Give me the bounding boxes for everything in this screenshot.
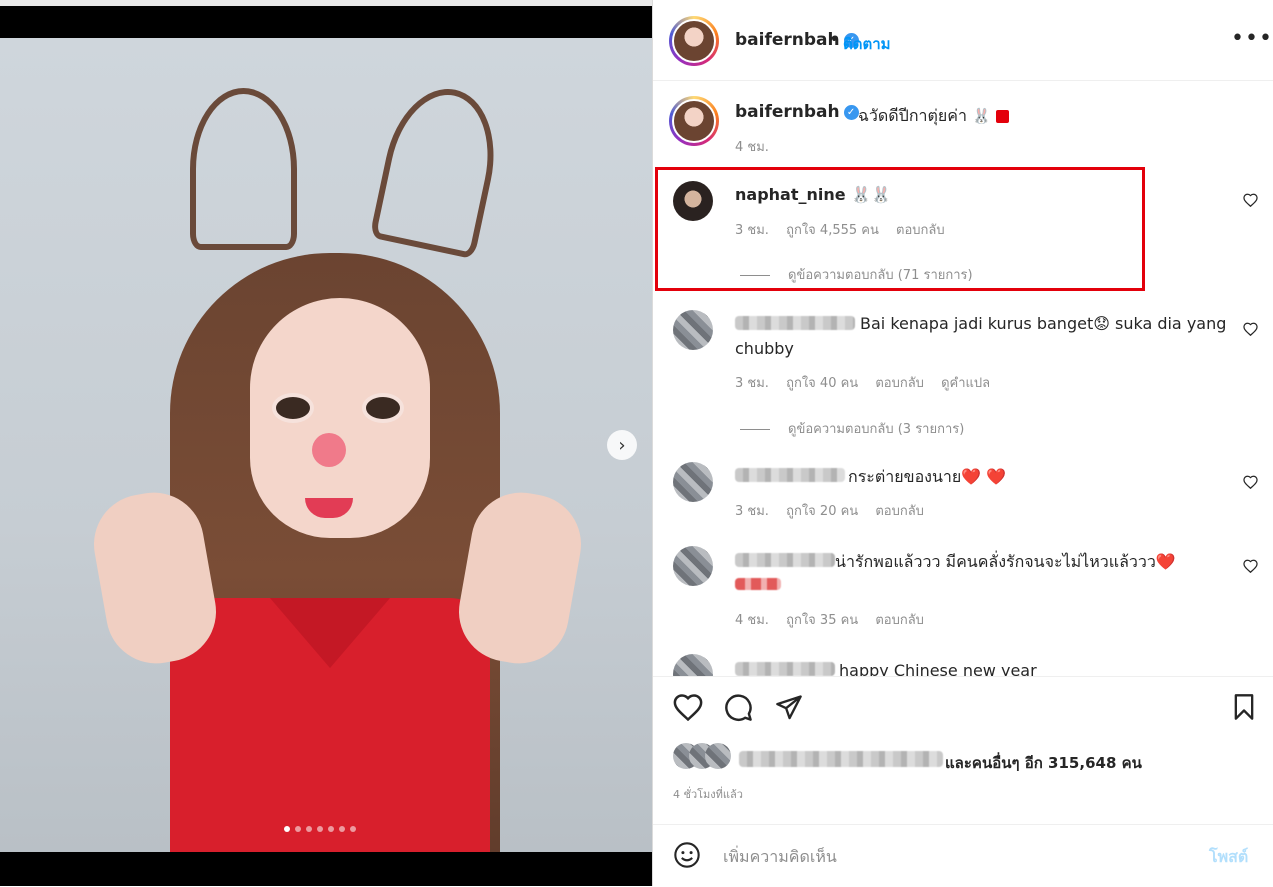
heart-icon[interactable] [1243, 322, 1258, 336]
braid-ear-right [369, 78, 508, 260]
comment-cutoff: happy Chinese new year [653, 640, 1273, 676]
post-time: 4 ชั่วโมงที่แล้ว [673, 788, 743, 801]
slide-dot [284, 826, 290, 832]
comment-avatar[interactable] [673, 654, 713, 676]
flag-emoji [995, 110, 1009, 123]
comment-avatar[interactable] [673, 546, 713, 586]
comment-avatar[interactable] [673, 310, 713, 350]
caption-text: ฉวัดดีปีกาตุ่ยค่า 🐰 [858, 104, 1009, 129]
time-text: 3 ชม. [735, 376, 769, 391]
caption-username[interactable]: baifernbah ✓ [735, 102, 859, 122]
post-photo[interactable] [0, 38, 652, 852]
more-options-icon[interactable]: ••• [1231, 26, 1273, 51]
comment-icon[interactable] [724, 693, 753, 722]
chevron-right-icon: › [618, 434, 626, 456]
time-text: 3 ชม. [735, 504, 769, 519]
comment-meta: 3 ชม. ถูกใจ 20 คน ตอบกลับ [735, 500, 937, 521]
likes-count[interactable]: ถูกใจ 4,555 คน [786, 223, 879, 238]
username-text[interactable]: baifernbah [735, 30, 840, 50]
verified-icon: ✓ [843, 104, 859, 120]
slide-dot [317, 826, 323, 832]
comment-text: happy Chinese new year [839, 661, 1037, 676]
rabbit-emoji: 🐰 [972, 107, 991, 125]
blurred-username[interactable] [735, 316, 855, 330]
view-replies-button[interactable]: ดูข้อความตอบกลับ (3 รายการ) [740, 418, 964, 439]
caption-avatar[interactable] [669, 96, 719, 146]
reply-button[interactable]: ตอบกลับ [875, 376, 924, 391]
slide-dot [339, 826, 345, 832]
comment-username[interactable]: naphat_nine 🐰🐰 [735, 185, 891, 204]
photo-eye-right [362, 393, 404, 423]
heart-icon[interactable] [673, 693, 703, 721]
add-comment-bar: เพิ่มความคิดเห็น โพสต์ [653, 824, 1273, 887]
follow-button[interactable]: ติดตาม [843, 32, 891, 56]
slide-indicator [284, 826, 356, 832]
username-text[interactable]: naphat_nine [735, 185, 846, 204]
comment-text: น่ารักพอแล้ววว มีคนคลั่งรักจนจะไม่ไหวแล้… [835, 552, 1176, 571]
post-button[interactable]: โพสต์ [1209, 845, 1248, 870]
liker-avatar[interactable] [705, 743, 731, 769]
photo-eye-left [272, 393, 314, 423]
comment-text: กระต่ายของนาย❤️ ❤️ [848, 467, 1007, 486]
caption-body: ฉวัดดีปีกาตุ่ยค่า [858, 106, 967, 125]
reply-button[interactable]: ตอบกลับ [875, 504, 924, 519]
blurred-emoji [735, 578, 781, 590]
separator-dot: • [830, 32, 839, 48]
slide-dot [306, 826, 312, 832]
background-strip [0, 0, 652, 6]
comment-meta: 3 ชม. ถูกใจ 40 คน ตอบกลับ ดูคำแปล [735, 372, 1003, 393]
comment-text-continued: chubby [735, 339, 794, 358]
comment-meta: 4 ชม. ถูกใจ 35 คน ตอบกลับ [735, 609, 937, 630]
view-replies-text[interactable]: ดูข้อความตอบกลับ (3 รายการ) [788, 422, 964, 437]
photo-nose [312, 433, 346, 467]
post-media: › [0, 0, 652, 886]
reply-button[interactable]: ตอบกลับ [875, 613, 924, 628]
smiley-icon[interactable] [673, 841, 701, 869]
comment-input[interactable]: เพิ่มความคิดเห็น [723, 845, 837, 870]
comment-text: Bai kenapa jadi kurus banget😟 suka dia y… [860, 314, 1227, 333]
heart-icon[interactable] [1243, 193, 1258, 207]
time-text: 4 ชม. [735, 613, 769, 628]
heart-icon[interactable] [1243, 475, 1258, 489]
comment-avatar[interactable] [673, 462, 713, 502]
slide-dot [328, 826, 334, 832]
comment-meta: 3 ชม. ถูกใจ 4,555 คน ตอบกลับ [735, 219, 958, 240]
translate-button[interactable]: ดูคำแปล [941, 376, 990, 391]
likes-count[interactable]: ถูกใจ 20 คน [786, 504, 858, 519]
likes-count[interactable]: ถูกใจ 35 คน [786, 613, 858, 628]
view-replies-button[interactable]: ดูข้อความตอบกลับ (71 รายการ) [740, 264, 973, 285]
slide-dot [350, 826, 356, 832]
post-header: baifernbah ✓ • ติดตาม ••• [653, 0, 1273, 81]
heart-icon[interactable] [1243, 559, 1258, 573]
time-text: 4 ชม. [735, 140, 769, 155]
avatar[interactable] [669, 16, 719, 66]
likes-summary[interactable]: และคนอื่นๆ อีก 315,648 คน [945, 751, 1142, 775]
blurred-username[interactable] [735, 553, 835, 567]
next-slide-button[interactable]: › [607, 430, 637, 460]
likes-count[interactable]: ถูกใจ 40 คน [786, 376, 858, 391]
comment-avatar[interactable] [673, 181, 713, 221]
time-text: 3 ชม. [735, 223, 769, 238]
reply-button[interactable]: ตอบกลับ [896, 223, 945, 238]
blurred-liker-name[interactable] [739, 751, 943, 767]
braid-ear-left [190, 88, 297, 250]
bookmark-icon[interactable] [1231, 693, 1257, 721]
post-panel: baifernbah ✓ • ติดตาม ••• baifernbah ✓ ฉวั… [652, 0, 1273, 886]
view-replies-text[interactable]: ดูข้อความตอบกลับ (71 รายการ) [788, 268, 973, 283]
blurred-username[interactable] [735, 468, 845, 482]
slide-dot [295, 826, 301, 832]
username-text[interactable]: baifernbah [735, 102, 840, 122]
send-icon[interactable] [775, 693, 803, 721]
action-bar: และคนอื่นๆ อีก 315,648 คน 4 ชั่วโมงที่แล… [653, 676, 1273, 837]
caption-time: 4 ชม. [735, 136, 782, 157]
comment-text: 🐰🐰 [851, 185, 892, 204]
header-username[interactable]: baifernbah ✓ [735, 30, 859, 50]
blurred-username[interactable] [735, 662, 835, 676]
